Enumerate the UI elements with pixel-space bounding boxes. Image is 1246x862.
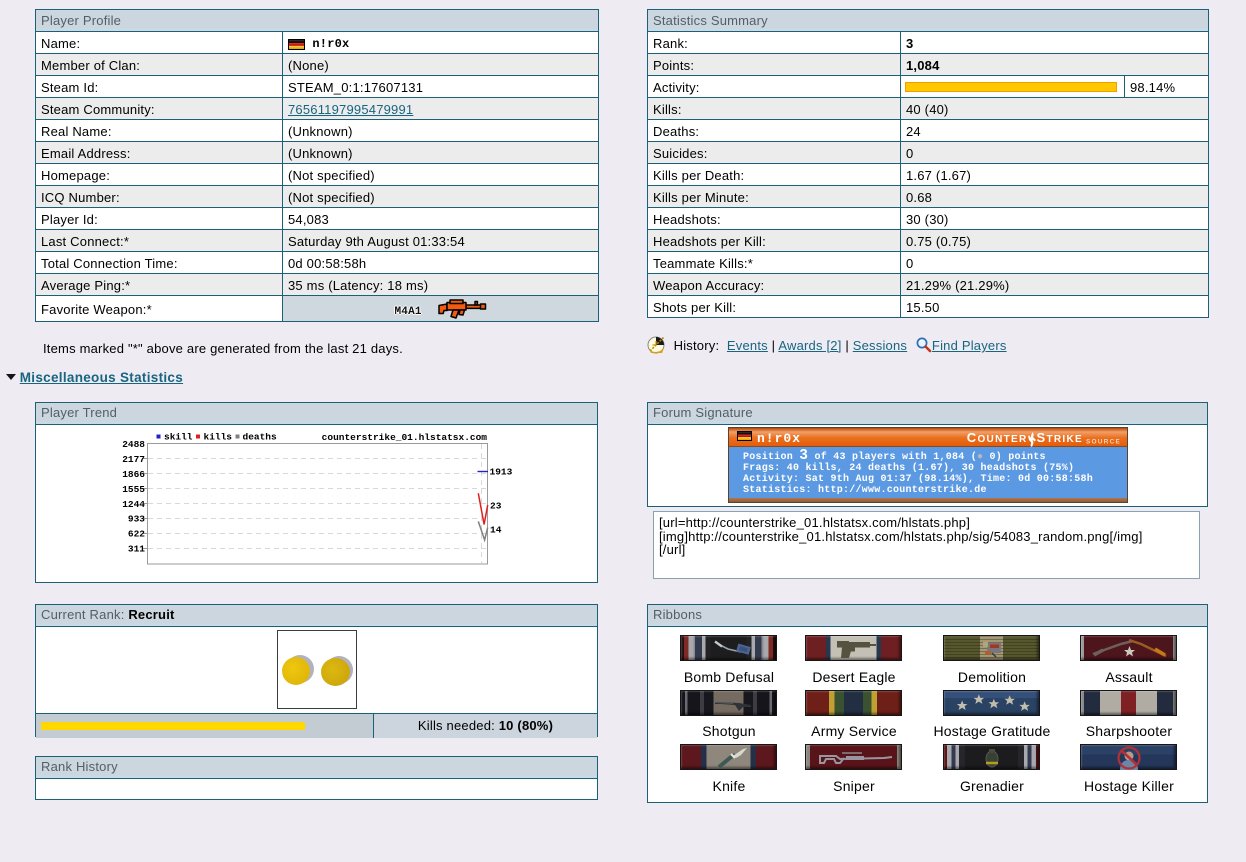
svg-text:311: 311 xyxy=(128,544,145,555)
svg-text:23: 23 xyxy=(490,501,502,512)
svg-text:kills: kills xyxy=(204,432,233,443)
svg-text:deaths: deaths xyxy=(243,432,278,443)
svg-text:counterstrike_01.hlstatsx.com: counterstrike_01.hlstatsx.com xyxy=(322,432,488,443)
svg-text:14: 14 xyxy=(490,525,502,536)
svg-text:1555: 1555 xyxy=(122,484,145,495)
svg-text:1913: 1913 xyxy=(490,467,513,478)
svg-text:skill: skill xyxy=(164,432,193,443)
svg-text:1244: 1244 xyxy=(122,499,145,510)
svg-text:933: 933 xyxy=(128,514,145,525)
svg-text:2177: 2177 xyxy=(122,454,145,465)
svg-text:622: 622 xyxy=(128,529,145,540)
svg-text:1866: 1866 xyxy=(122,469,145,480)
svg-text:2488: 2488 xyxy=(122,439,145,450)
